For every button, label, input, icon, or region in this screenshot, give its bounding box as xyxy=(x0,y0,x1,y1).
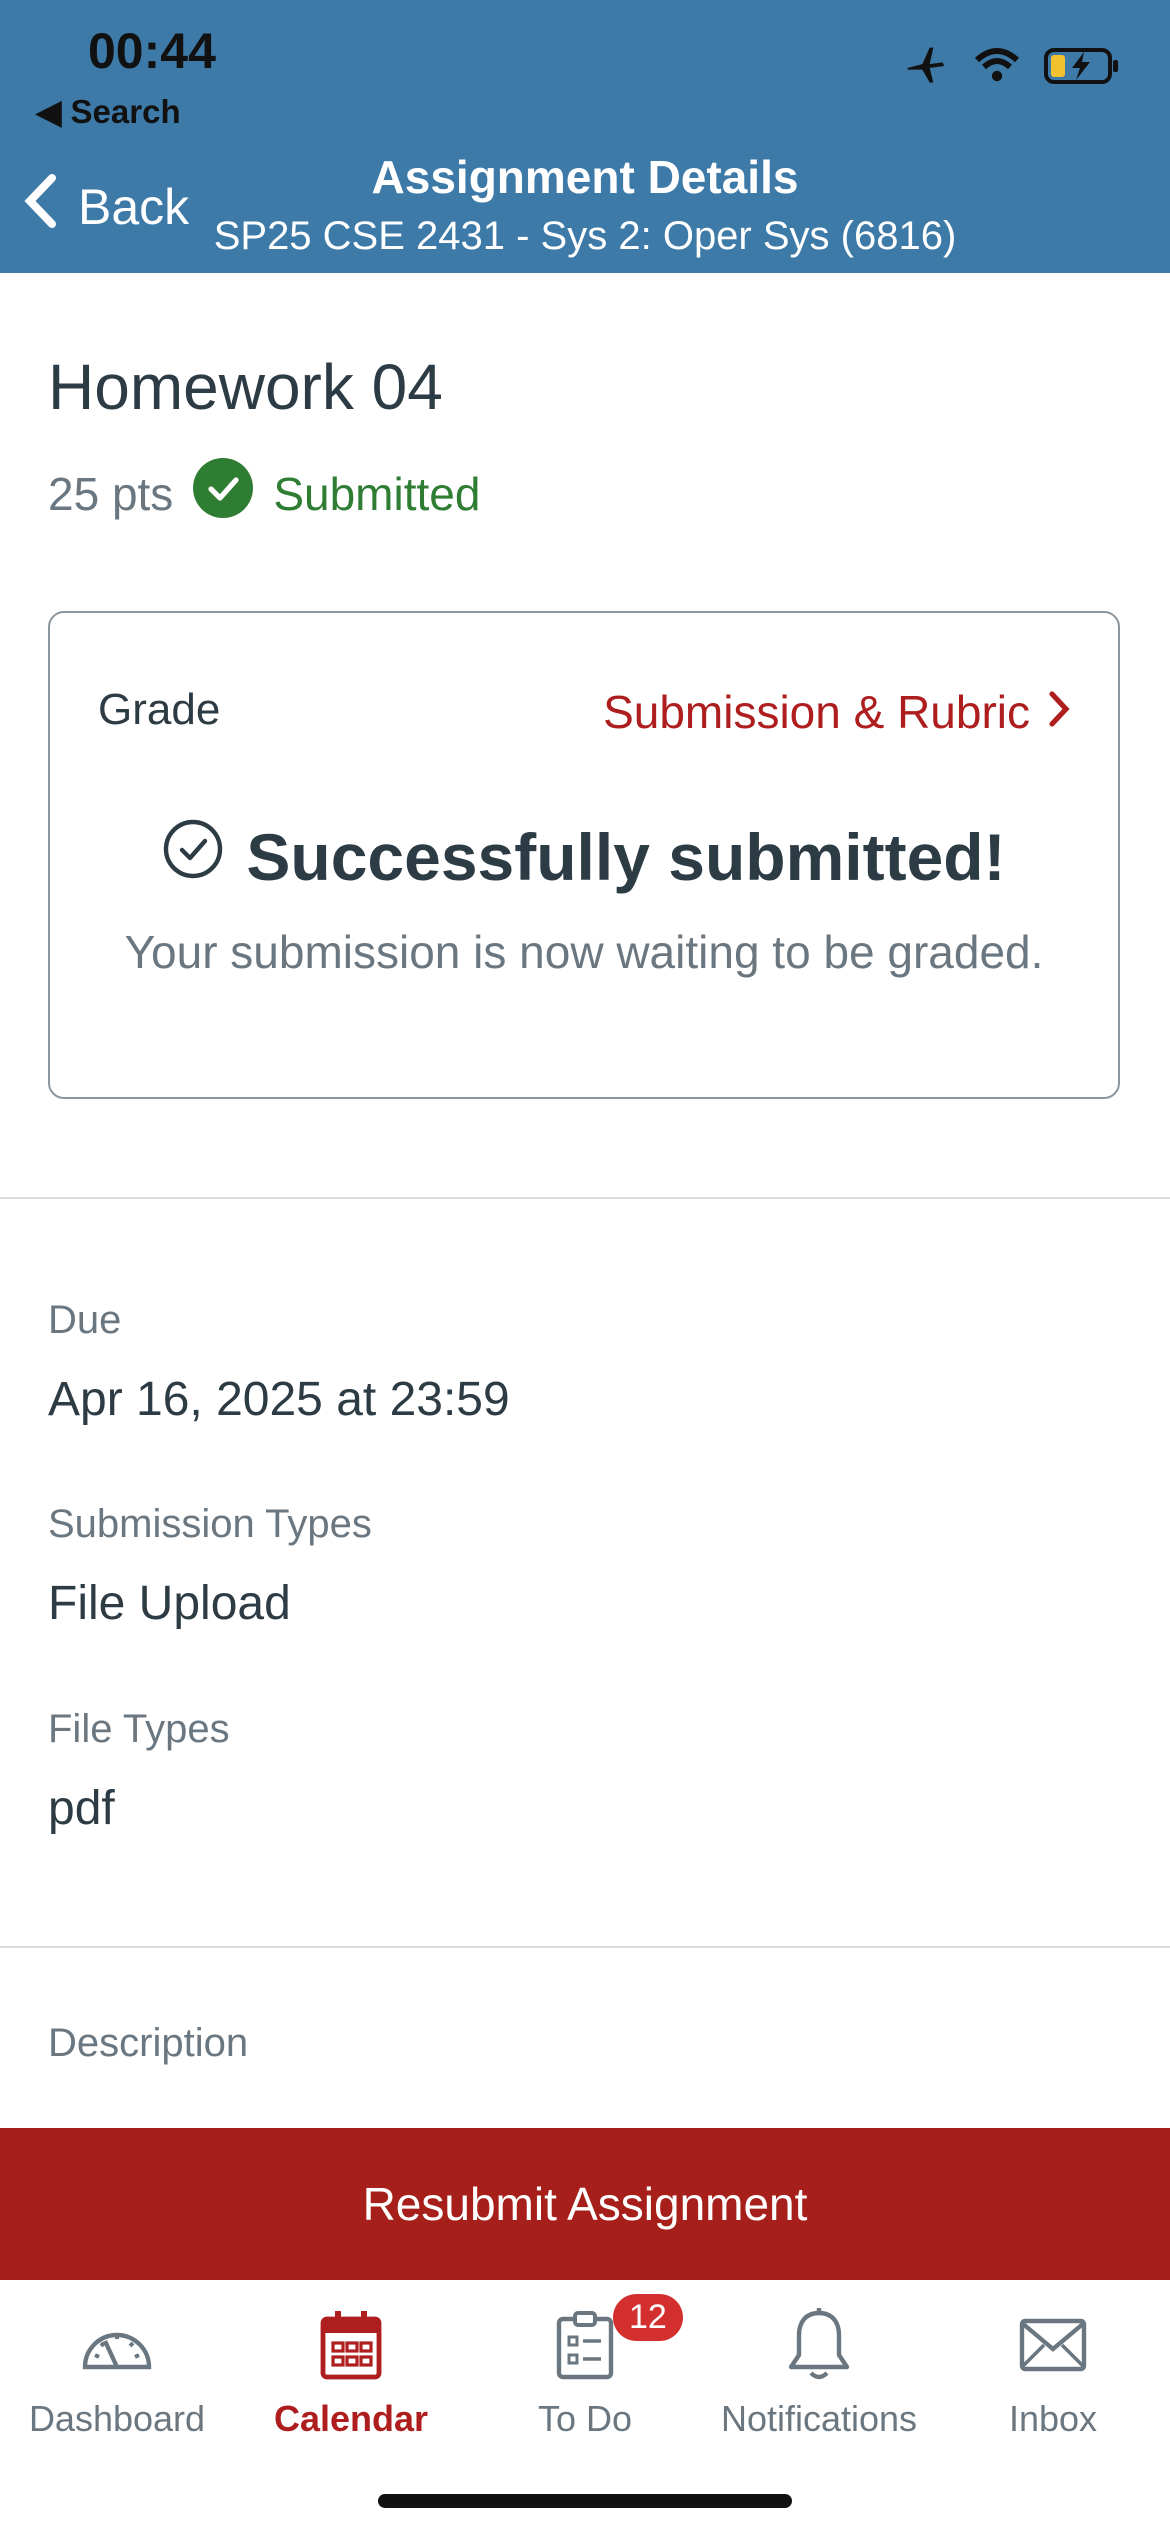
calendar-icon xyxy=(319,2300,383,2390)
points: 25 pts xyxy=(48,467,174,520)
check-circle-icon xyxy=(193,458,254,529)
grade-label: Grade xyxy=(98,685,221,734)
submission-types-value: File Upload xyxy=(48,1577,291,1630)
tab-label: Calendar xyxy=(273,2398,429,2439)
success-title: Successfully submitted! xyxy=(246,819,1006,894)
tab-label: Dashboard xyxy=(28,2398,206,2439)
divider xyxy=(0,1946,1170,1948)
due-value: Apr 16, 2025 at 23:59 xyxy=(48,1373,510,1426)
todo-badge: 12 xyxy=(613,2294,683,2341)
tab-dashboard[interactable]: Dashboard xyxy=(0,2300,234,2440)
success-subtitle: Your submission is now waiting to be gra… xyxy=(124,926,1044,978)
tab-notifications[interactable]: Notifications xyxy=(702,2300,936,2440)
mail-icon xyxy=(1018,2300,1088,2390)
tab-label: Inbox xyxy=(1008,2398,1098,2439)
bell-icon xyxy=(787,2300,851,2390)
dashboard-icon xyxy=(79,2300,155,2390)
status-icons xyxy=(902,44,1120,93)
airplane-icon xyxy=(902,44,950,93)
due-label: Due xyxy=(48,1298,122,1342)
home-indicator xyxy=(378,2494,792,2508)
app-header: 00:44 ◀ Search Assignment Details SP25 C… xyxy=(0,0,1170,273)
success-message: Successfully submitted! xyxy=(50,818,1118,895)
wifi-icon xyxy=(972,46,1022,91)
assignment-title: Homework 04 xyxy=(48,351,443,423)
back-button[interactable]: Back xyxy=(24,172,189,242)
chevron-left-icon xyxy=(24,172,58,242)
todo-icon: 12 xyxy=(553,2294,683,2390)
tab-inbox[interactable]: Inbox xyxy=(936,2300,1170,2440)
battery-icon xyxy=(1044,46,1120,91)
check-outline-icon xyxy=(162,818,224,895)
submission-rubric-link[interactable]: Submission & Rubric xyxy=(603,685,1070,739)
status-back-to-search[interactable]: ◀ Search xyxy=(36,92,181,131)
file-types-label: File Types xyxy=(48,1707,230,1751)
assignment-meta: 25 pts Submitted xyxy=(48,458,480,529)
status-time: 00:44 xyxy=(88,23,216,79)
submission-rubric-label: Submission & Rubric xyxy=(603,686,1030,738)
back-label: Back xyxy=(78,179,190,235)
grade-card: Grade Submission & Rubric Successfully s… xyxy=(48,611,1120,1099)
tab-label: Notifications xyxy=(720,2398,918,2439)
status-back-label: Search xyxy=(70,93,181,130)
tab-todo[interactable]: 12 To Do xyxy=(468,2294,702,2440)
divider xyxy=(0,1197,1170,1199)
tab-label: To Do xyxy=(537,2398,633,2439)
submission-status: Submitted xyxy=(273,467,481,520)
chevron-right-icon xyxy=(1048,685,1070,739)
submission-types-label: Submission Types xyxy=(48,1502,372,1546)
resubmit-button[interactable]: Resubmit Assignment xyxy=(0,2128,1170,2280)
tab-calendar[interactable]: Calendar xyxy=(234,2300,468,2440)
description-label: Description xyxy=(48,2021,249,2065)
file-types-value: pdf xyxy=(48,1782,115,1835)
